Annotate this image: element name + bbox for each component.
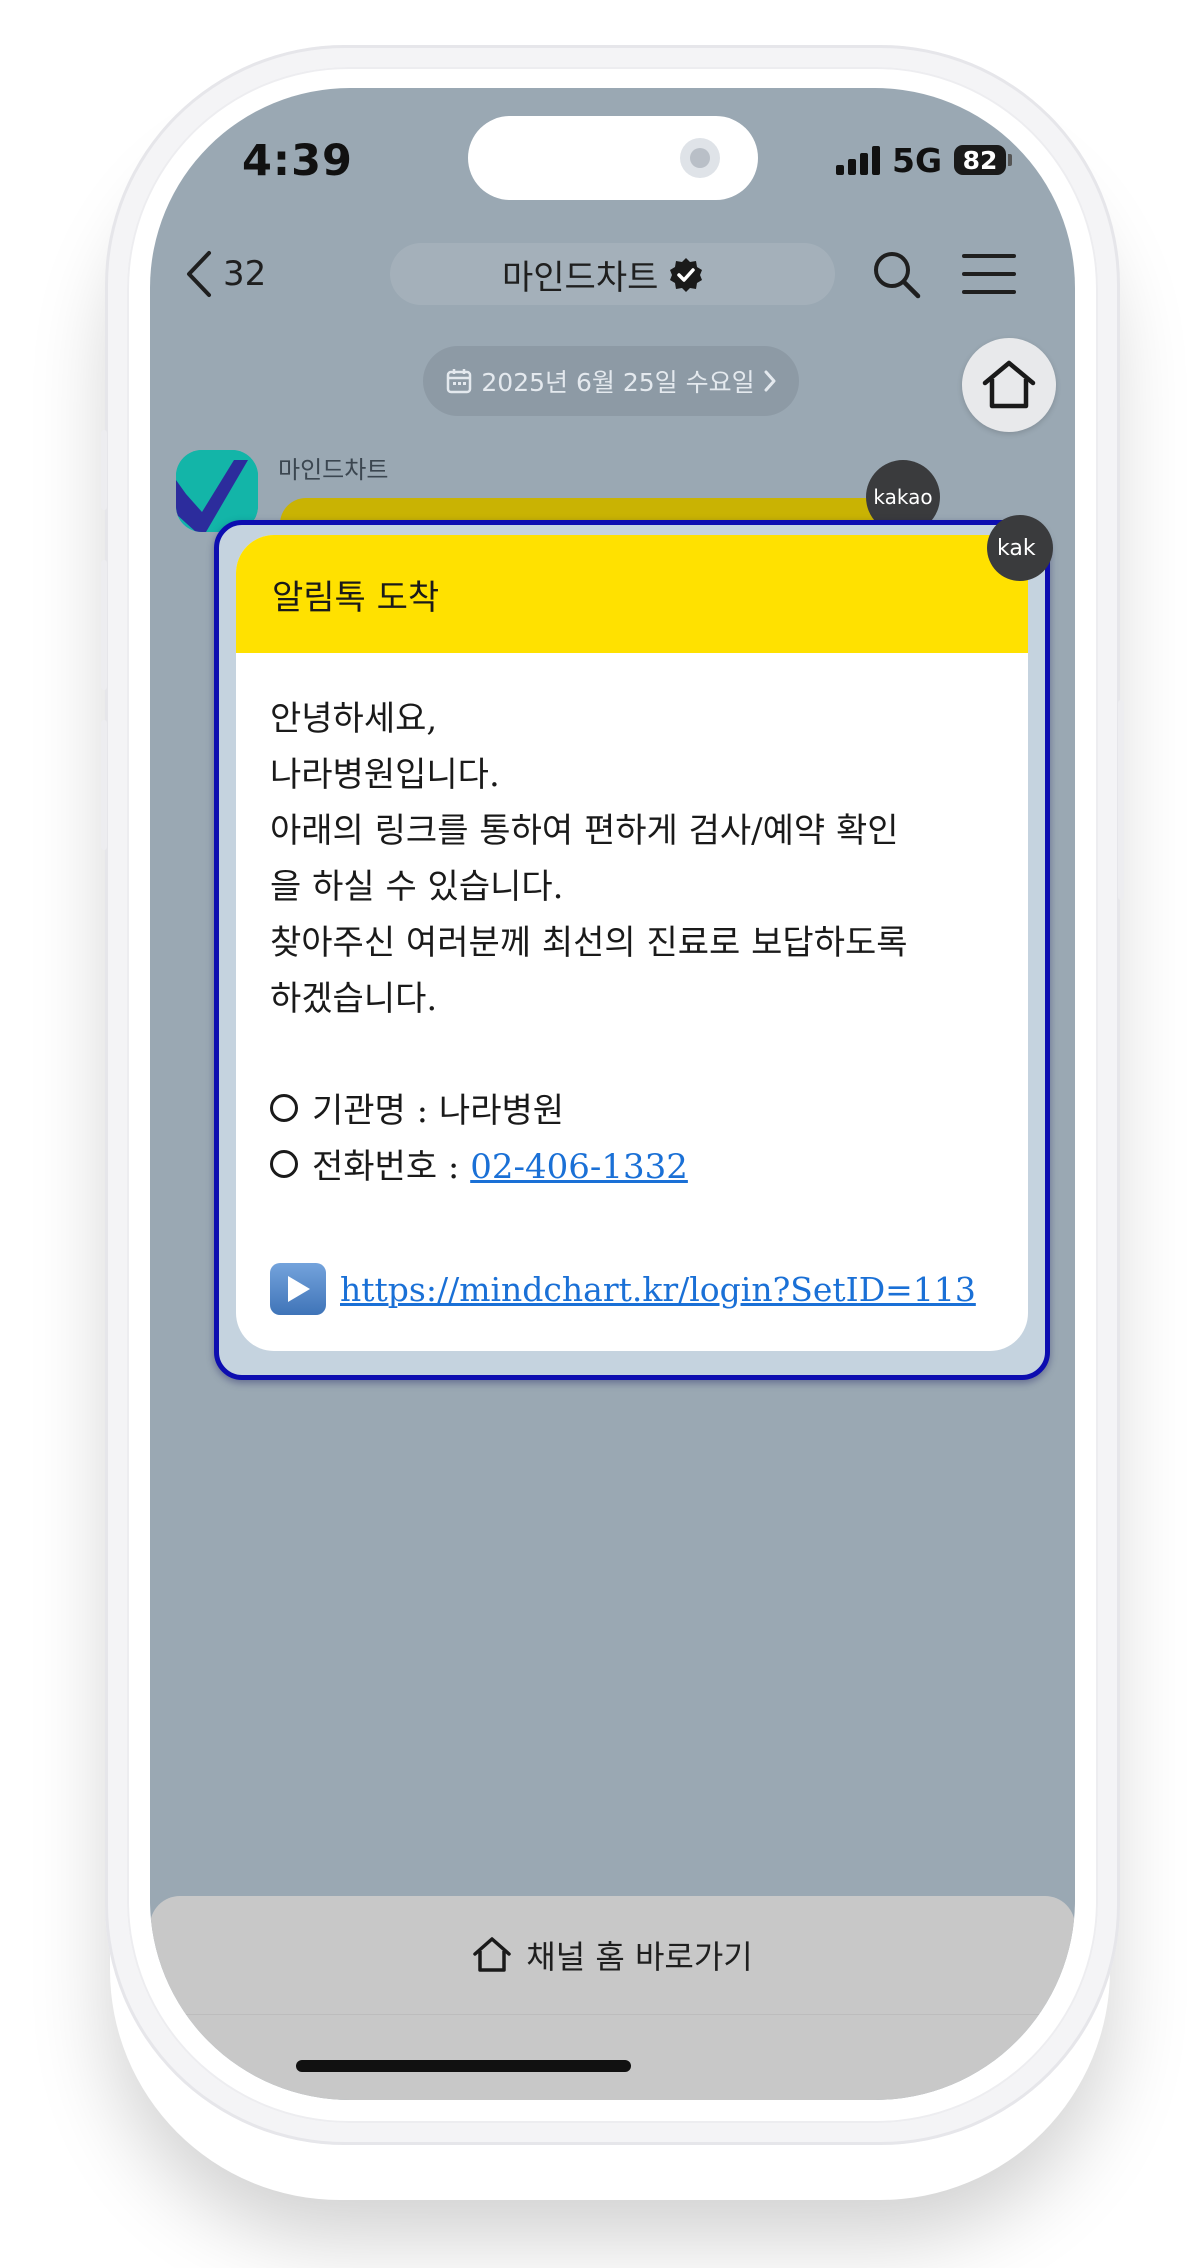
home-icon: [473, 1937, 512, 1972]
camera-icon: [680, 138, 720, 178]
login-link[interactable]: https://mindchart.kr/login?SetID=113: [340, 1270, 976, 1309]
date-label: 2025년 6월 25일 수요일: [481, 368, 755, 397]
date-separator[interactable]: 2025년 6월 25일 수요일: [423, 346, 799, 416]
battery-icon: 82: [954, 145, 1007, 175]
message-line: 나라병원입니다.: [270, 755, 500, 795]
calendar-icon: [447, 369, 472, 394]
status-indicators: 5G 82: [836, 140, 1013, 180]
url-row: https://mindchart.kr/login?SetID=113: [270, 1263, 992, 1315]
search-icon: [874, 252, 921, 299]
signal-icon: [836, 145, 880, 175]
chevron-right-icon: [764, 370, 776, 392]
message-line: 찾아주신 여러분께 최선의 진료로 보답하도록: [270, 923, 908, 963]
chat-header: 32 마인드차트: [150, 228, 1075, 318]
phone-row: 전화번호 : 02-406-1332: [270, 1139, 992, 1195]
status-time: 4:39: [242, 136, 353, 186]
divider: [150, 2014, 1075, 2015]
kakao-badge-cut: kak: [987, 515, 1053, 581]
channel-title[interactable]: 마인드차트: [502, 250, 704, 299]
channel-home-label: 채널 홈 바로가기: [526, 1938, 753, 1976]
sender-name: 마인드차트: [278, 456, 389, 484]
side-button-power: [1118, 700, 1124, 900]
phone-screen: 4:39 5G 82 32 마인드차트 2025년 6월 25일 수요일 마인드…: [150, 88, 1075, 2100]
message-line: 하겠습니다.: [270, 979, 438, 1019]
message-line: 을 하실 수 있습니다.: [270, 867, 564, 907]
verified-badge-icon: [670, 257, 703, 292]
message-line: 아래의 링크를 통하여 편하게 검사/예약 확인: [270, 811, 899, 851]
org-label: 기관명 : 나라병원: [312, 1091, 565, 1131]
alimtalk-body: 안녕하세요, 나라병원입니다. 아래의 링크를 통하여 편하게 검사/예약 확인…: [236, 653, 1028, 1315]
hamburger-menu-icon: [962, 254, 1016, 294]
unread-count: 32: [223, 254, 267, 294]
alimtalk-header: 알림톡 도착: [236, 535, 1028, 653]
circle-bullet-icon: [270, 1094, 298, 1122]
search-button[interactable]: [868, 246, 924, 302]
channel-home-fab[interactable]: [962, 338, 1056, 432]
channel-title-text: 마인드차트: [502, 258, 659, 298]
alimtalk-highlight: 알림톡 도착 안녕하세요, 나라병원입니다. 아래의 링크를 통하여 편하게 검…: [214, 515, 1053, 1380]
menu-button[interactable]: [960, 248, 1018, 300]
message-line: 안녕하세요,: [270, 699, 438, 739]
chevron-left-icon: [187, 251, 211, 297]
home-indicator[interactable]: [296, 2060, 631, 2072]
side-button-volume-down: [101, 720, 107, 850]
org-row: 기관명 : 나라병원: [270, 1083, 992, 1139]
alimtalk-card[interactable]: 알림톡 도착 안녕하세요, 나라병원입니다. 아래의 링크를 통하여 편하게 검…: [236, 535, 1028, 1351]
home-icon: [982, 360, 1036, 409]
side-button-volume-up: [101, 560, 107, 690]
network-type: 5G: [892, 140, 943, 180]
back-button[interactable]: 32: [185, 246, 285, 302]
phone-link[interactable]: 02-406-1332: [470, 1147, 688, 1187]
battery-cap: [1008, 154, 1013, 166]
channel-home-button[interactable]: 채널 홈 바로가기: [150, 1896, 1075, 2014]
side-button-action: [101, 430, 107, 510]
dynamic-island: [468, 116, 758, 200]
phone-label: 전화번호 :: [312, 1147, 471, 1187]
play-button-icon: [270, 1263, 326, 1315]
circle-bullet-icon: [270, 1150, 298, 1178]
